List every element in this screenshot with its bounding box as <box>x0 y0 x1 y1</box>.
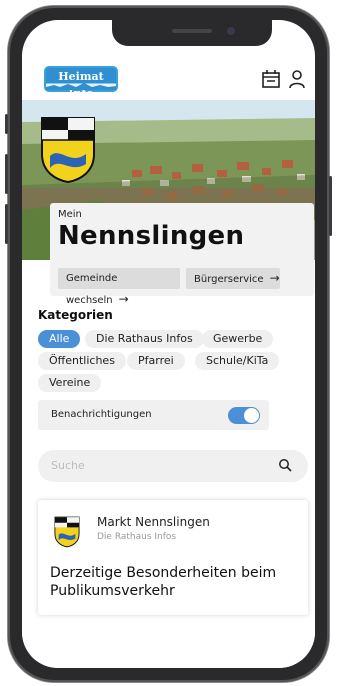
arrow-right-icon: → <box>269 271 280 285</box>
change-municipality-label: Gemeinde wechseln <box>66 273 118 306</box>
category-chip-gewerbe[interactable]: Gewerbe <box>202 330 274 348</box>
news-category: Die Rathaus Infos <box>97 532 177 542</box>
category-chip-schule[interactable]: Schule/KiTa <box>195 352 280 370</box>
category-chip-oeffentliches[interactable]: Öffentliches <box>38 352 126 370</box>
citizen-service-button[interactable]: Bürgerservice → <box>186 268 280 289</box>
categories-title: Kategorien <box>38 308 113 322</box>
news-source: Markt Nennslingen <box>97 515 210 529</box>
logo-skyline-icon <box>46 83 116 90</box>
app-bar: Heimat Info <box>22 58 315 102</box>
category-chip-vereine[interactable]: Vereine <box>38 374 102 392</box>
search-input[interactable]: Suche <box>38 450 308 482</box>
bottom-area <box>22 626 315 668</box>
arrow-right-icon: → <box>118 292 129 306</box>
power-button <box>329 176 332 236</box>
calendar-icon[interactable] <box>260 68 282 90</box>
municipality-card: Mein Nennslingen Gemeinde wechseln → Bürg… <box>50 203 314 306</box>
category-chip-rathaus[interactable]: Die Rathaus Infos <box>85 330 204 348</box>
municipality-prefix: Mein <box>58 209 82 220</box>
user-icon[interactable] <box>286 68 308 90</box>
news-source-logo-icon <box>54 516 80 548</box>
search-placeholder: Suche <box>51 459 85 472</box>
municipality-name: Nennslingen <box>58 221 245 251</box>
mute-switch <box>5 114 8 134</box>
notifications-label: Benachrichtigungen <box>51 409 152 420</box>
phone-frame: Heimat Info Mein Nennslingen Gemeinde we… <box>5 6 332 682</box>
camera <box>227 27 235 35</box>
citizen-service-label: Bürgerservice <box>194 274 264 285</box>
app-logo[interactable]: Heimat Info <box>44 66 118 100</box>
news-card[interactable]: Markt Nennslingen Die Rathaus Infos Derz… <box>38 500 308 615</box>
category-chip-alle[interactable]: Alle <box>38 330 81 348</box>
notifications-row: Benachrichtigungen <box>38 400 269 430</box>
volume-up-button <box>5 154 8 194</box>
news-title[interactable]: Derzeitige Besonderheiten beim Publikums… <box>50 564 295 600</box>
notch <box>112 20 272 46</box>
coat-of-arms-icon <box>41 117 95 184</box>
screen: Heimat Info Mein Nennslingen Gemeinde we… <box>22 20 315 668</box>
search-icon[interactable] <box>278 458 292 472</box>
speaker <box>172 29 212 33</box>
notifications-toggle[interactable] <box>228 407 260 424</box>
toggle-knob <box>244 408 259 423</box>
change-municipality-button[interactable]: Gemeinde wechseln → <box>58 268 180 306</box>
category-chip-pfarrei[interactable]: Pfarrei <box>127 352 185 370</box>
volume-down-button <box>5 204 8 244</box>
